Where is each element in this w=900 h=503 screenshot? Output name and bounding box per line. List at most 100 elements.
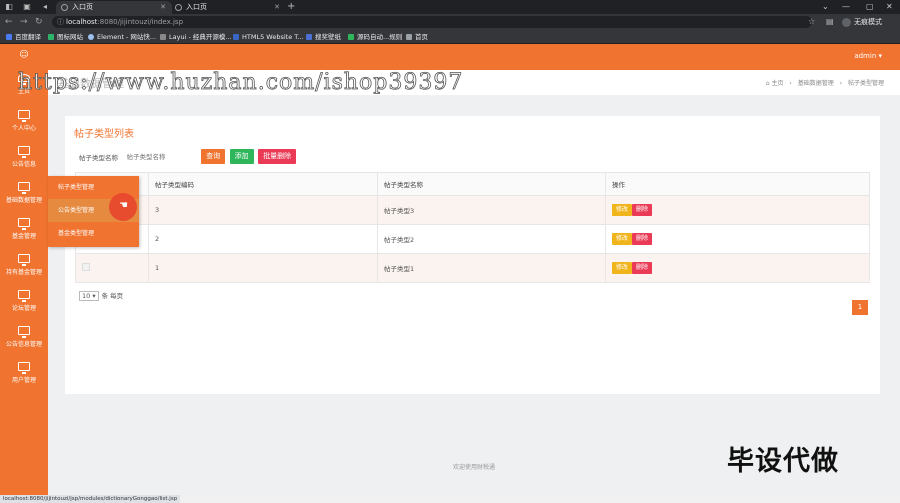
breadcrumb-separator: ›	[789, 80, 792, 87]
bookmark-item[interactable]: 图标网站	[48, 32, 83, 42]
page-size-select[interactable]: 10 ▾	[79, 291, 99, 301]
bookmark-icon	[6, 34, 12, 40]
monitor-icon	[18, 218, 30, 230]
bookmark-label: Element - 网站快...	[97, 33, 157, 41]
search-input[interactable]	[126, 149, 197, 164]
bookmark-star-icon[interactable]: ☆	[808, 16, 815, 28]
sidebar-item-label: 基金管理	[11, 233, 36, 240]
sidebar-item-label: 基础数据管理	[5, 197, 42, 204]
code-cell: 2	[148, 224, 378, 254]
bookmark-item[interactable]: 搜奖壁纸	[306, 32, 341, 42]
bookmark-label: 百度翻译	[15, 33, 41, 41]
bookmark-label: 源码自动...规则	[357, 33, 403, 41]
code-cell: 1	[148, 253, 378, 283]
delete-button[interactable]: 删除	[632, 233, 653, 245]
sidebar-item-notice-manage[interactable]: 公告信息管理	[0, 326, 48, 348]
sidebar-item-users[interactable]: 用户管理	[0, 362, 48, 384]
url-host: localhost	[66, 18, 98, 26]
close-tab-icon[interactable]: ✕	[274, 1, 280, 14]
browser-tab-bar: ◧ ▣ ◂ 入口页 ✕ 入口页 ✕ + ⌄ — ▢ ✕	[0, 0, 900, 14]
delete-button[interactable]: 删除	[632, 204, 653, 216]
tab-search-icon[interactable]: ⌄	[822, 0, 829, 14]
globe-icon	[61, 4, 68, 11]
admin-menu[interactable]: admin ▾	[854, 52, 882, 60]
bookmark-icon	[88, 34, 94, 40]
browser-status-url: localhost:8080/jijintouzi/jsp/modules/di…	[0, 495, 181, 503]
page-size-control: 10 ▾ 条 每页	[79, 290, 123, 301]
bookmark-item[interactable]: Element - 网站快...	[88, 32, 156, 42]
bookmarks-bar: 百度翻译 图标网站 Element - 网站快... Layui - 经典开源模…	[0, 30, 900, 44]
bookmark-item[interactable]: 百度翻译	[6, 32, 41, 42]
edit-button[interactable]: 修改	[612, 262, 633, 274]
edit-button[interactable]: 修改	[612, 233, 633, 245]
monitor-icon	[18, 182, 30, 194]
bookmark-item[interactable]: 源码自动...规则	[348, 32, 402, 42]
sidebar-item-basic-data[interactable]: 基础数据管理	[0, 182, 48, 204]
name-cell: 帖子类型3	[377, 195, 606, 225]
tab-2[interactable]: 入口页 ✕	[170, 1, 286, 14]
bookmark-label: Layui - 经典开源模...	[169, 33, 232, 41]
search-label: 帖子类型名称	[79, 153, 118, 162]
submenu-item-fund-type[interactable]: 基金类型管理	[48, 222, 139, 245]
breadcrumb-home[interactable]: ⌂ 主页	[766, 80, 784, 87]
sidebar-item-label: 用户管理	[11, 377, 36, 384]
edit-button[interactable]: 修改	[612, 204, 633, 216]
per-page-label: 条 每页	[101, 292, 124, 300]
sidebar-item-notice[interactable]: 公告信息	[0, 146, 48, 168]
minimize-icon[interactable]: —	[842, 0, 850, 14]
sidebar-item-forum[interactable]: 论坛管理	[0, 290, 48, 312]
sidebar-item-fund[interactable]: 基金管理	[0, 218, 48, 240]
table-row: 3 帖子类型3 修改 删除	[75, 195, 870, 225]
row-checkbox[interactable]	[82, 263, 90, 271]
info-icon[interactable]: ⓘ	[57, 16, 64, 28]
tab-2-label: 入口页	[186, 3, 207, 11]
breadcrumb: ⌂ 主页 › 基础数据管理 › 帖子类型管理	[762, 78, 884, 87]
query-button[interactable]: 查询	[201, 149, 226, 164]
bookmark-icon	[348, 34, 354, 40]
url-path: :8080/jijintouzi/index.jsp	[97, 18, 184, 26]
reload-icon[interactable]: ↻	[35, 16, 43, 28]
breadcrumb-current: 帖子类型管理	[847, 80, 884, 87]
monitor-icon	[18, 362, 30, 374]
watermark: https://www.huzhan.com/ishop39397	[18, 70, 464, 96]
add-button[interactable]: 添加	[229, 149, 254, 164]
close-window-icon[interactable]: ✕	[886, 0, 893, 14]
maximize-icon[interactable]: ▢	[866, 0, 874, 14]
sidebar-item-label: 论坛管理	[11, 305, 36, 312]
row-checkbox-cell[interactable]	[75, 253, 149, 283]
actions-cell: 修改 删除	[605, 224, 870, 254]
bookmark-item[interactable]: 首页	[406, 32, 428, 42]
column-header: 操作	[605, 172, 870, 196]
bookmark-item[interactable]: Layui - 经典开源模...	[160, 32, 232, 42]
sidepanel-icon[interactable]: ▤	[826, 16, 834, 28]
monitor-icon	[18, 146, 30, 158]
audio-icon[interactable]: ◂	[40, 2, 50, 12]
app-header: admin ▾	[0, 44, 900, 70]
name-cell: 帖子类型1	[377, 253, 606, 283]
list-card: 帖子类型列表 帖子类型名称 查询 添加 批量删除 帖子类型编码 帖子类型名称 操…	[65, 116, 880, 394]
forward-icon[interactable]: →	[20, 16, 28, 28]
incognito-profile[interactable]: 无痕模式	[842, 16, 882, 28]
sidebar-item-holding-fund[interactable]: 持有基金管理	[0, 254, 48, 276]
name-cell: 帖子类型2	[377, 224, 606, 254]
browser-menu-icon[interactable]: ◧	[4, 2, 14, 12]
batch-delete-button[interactable]: 批量删除	[258, 149, 297, 164]
tab-1[interactable]: 入口页 ✕	[56, 1, 172, 14]
close-tab-icon[interactable]: ✕	[160, 1, 166, 14]
delete-button[interactable]: 删除	[632, 262, 653, 274]
sidebar-item-label: 持有基金管理	[5, 269, 42, 276]
bookmark-label: 图标网站	[57, 33, 83, 41]
search-form: 帖子类型名称 查询 添加 批量删除	[79, 149, 297, 165]
url-input[interactable]: ⓘ localhost:8080/jijintouzi/index.jsp	[52, 16, 812, 28]
extension-icon[interactable]: ▣	[22, 2, 32, 12]
breadcrumb-basic-data[interactable]: 基础数据管理	[798, 80, 834, 87]
column-header: 帖子类型名称	[377, 172, 606, 196]
table-header-row: 帖子类型编码 帖子类型名称 操作	[75, 172, 870, 196]
bookmark-item[interactable]: HTML5 Website T...	[233, 32, 304, 42]
sidebar-item-profile[interactable]: 个人中心	[0, 110, 48, 132]
new-tab-icon[interactable]: +	[287, 0, 295, 14]
back-icon[interactable]: ←	[5, 16, 13, 28]
pagination-page-1[interactable]: 1	[852, 300, 868, 315]
bookmark-icon	[160, 34, 166, 40]
bookmark-label: 搜奖壁纸	[315, 33, 341, 41]
